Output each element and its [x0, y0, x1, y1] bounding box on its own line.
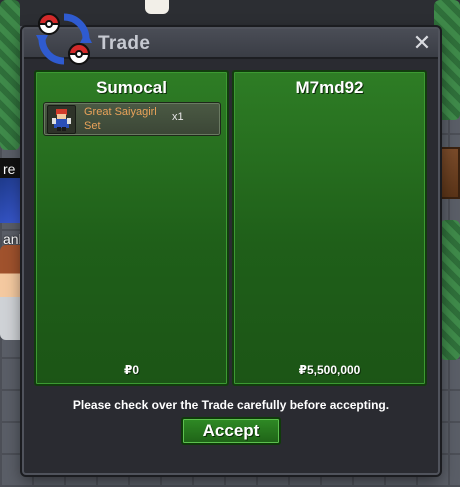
money-offer-left: ₽0	[123, 363, 140, 377]
player-sprite-red	[0, 245, 22, 340]
trade-panel-left: Sumocal Great Saiyagirl Set x1 ₽0	[34, 70, 229, 386]
costume-icon	[47, 105, 76, 134]
player-label-background: re	[0, 158, 22, 180]
trade-window: Trade ✕ Sumocal Great Saiyagirl Set x1 ₽…	[22, 13, 440, 475]
crate	[438, 147, 460, 199]
window-title: Trade	[98, 33, 151, 54]
player-name-left: Sumocal	[96, 78, 167, 97]
item-quantity: x1	[172, 111, 184, 123]
pokeball-swap-icon	[36, 13, 92, 65]
player-name-right: M7md92	[295, 78, 364, 97]
trade-panel-right: M7md92 ₽5,500,000	[232, 70, 427, 386]
item-name: Great Saiyagirl Set	[84, 106, 157, 132]
player-sprite-blue	[0, 178, 24, 223]
tree-right-lower	[440, 220, 460, 360]
trade-item-row[interactable]: Great Saiyagirl Set x1	[43, 102, 221, 136]
accept-button[interactable]: Accept	[181, 417, 281, 445]
close-button[interactable]: ✕	[412, 32, 432, 54]
money-offer-right: ₽5,500,000	[298, 363, 361, 377]
npc-sprite	[145, 0, 169, 14]
tree-left	[0, 0, 20, 150]
trade-notice: Please check over the Trade carefully be…	[72, 398, 390, 412]
